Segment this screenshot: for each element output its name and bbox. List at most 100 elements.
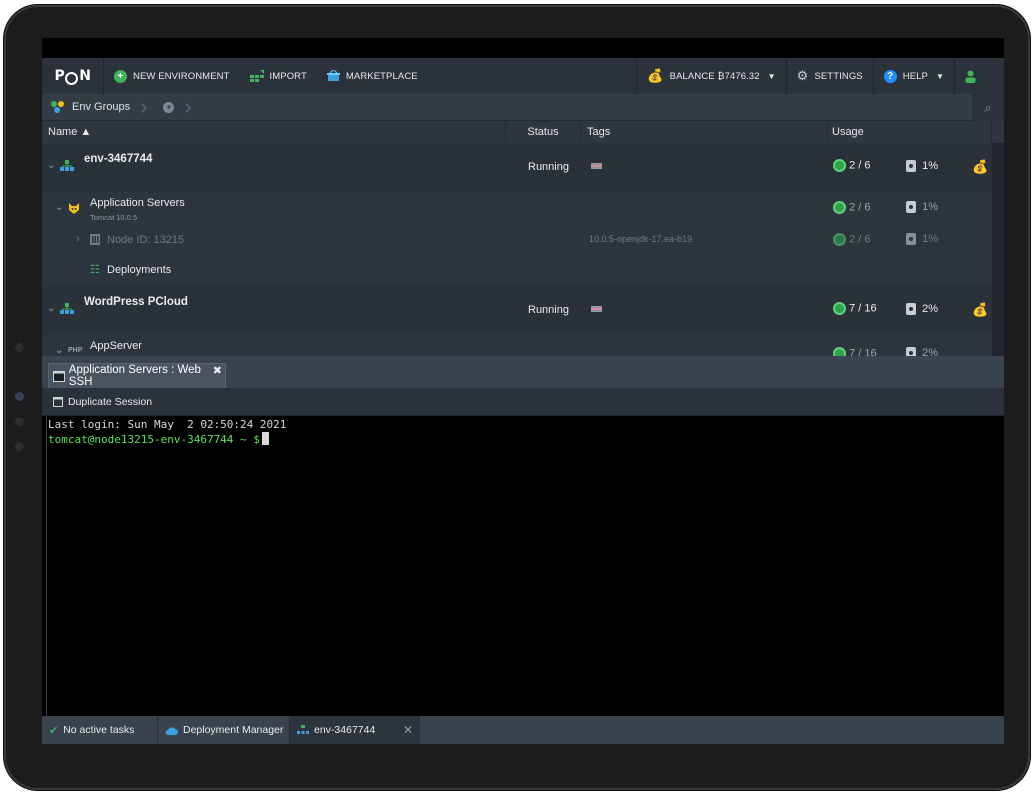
cloudlets-usage: 7 / 16 (833, 347, 877, 356)
bottom-status-bar: ✔ No active tasks Deployment Manager env… (42, 716, 1004, 744)
duplicate-icon (53, 396, 63, 407)
terminal-prompt-line: tomcat@node13215-env-3467744 ~ $ (48, 432, 1003, 447)
tag-icon[interactable] (591, 306, 602, 312)
user-account-button[interactable] (954, 58, 1004, 94)
cloudlet-icon (833, 347, 846, 356)
duplicate-session-button[interactable]: Duplicate Session (53, 396, 152, 408)
collapse-chevron-icon[interactable]: ⌄ (55, 202, 63, 213)
table-row[interactable]: ⌄ Application Servers Tomcat 10.0.5 2 / … (42, 191, 992, 225)
cloudlets-usage: 2 / 6 (833, 201, 870, 214)
collapse-chevron-icon[interactable]: ⌄ (47, 303, 55, 314)
caret-down-icon: ▼ (767, 71, 776, 81)
collapse-chevron-icon[interactable]: ⌄ (47, 160, 55, 171)
table-row[interactable]: › Node ID: 13215 10.0.5-openjdk-17.ea-b1… (42, 225, 992, 255)
node-icon (90, 234, 100, 245)
disk-icon (906, 201, 916, 214)
user-icon (965, 70, 976, 83)
terminal-line: Last login: Sun May 2 02:50:24 2021 (48, 418, 287, 431)
env-groups-icon (51, 101, 64, 113)
column-tags[interactable]: Tags (581, 121, 828, 143)
disk-icon (906, 347, 916, 356)
cloud-icon (165, 726, 178, 735)
grid-column-header: Name ▲ Status Tags Usage (42, 121, 1004, 143)
node-id[interactable]: Node ID: 13215 (107, 234, 184, 246)
tag-icon[interactable] (591, 163, 602, 169)
tablet-frame: PN + NEW ENVIRONMENT IMPORT MARKETPLACE … (4, 5, 1030, 790)
disk-icon (906, 160, 916, 173)
side-button (15, 343, 24, 352)
import-button[interactable]: IMPORT (240, 58, 317, 94)
help-dropdown[interactable]: ? HELP ▼ (872, 58, 954, 94)
deployment-manager-button[interactable]: Deployment Manager (158, 716, 290, 744)
money-bag-icon: 💰 (647, 68, 664, 83)
cloudlet-icon (833, 159, 846, 172)
cloudlets-usage: 2 / 6 (833, 233, 870, 246)
grid-scrollbar[interactable] (992, 143, 1004, 356)
php-icon: PHP (68, 347, 83, 354)
ssh-toolbar: Duplicate Session (42, 388, 1004, 416)
close-icon[interactable]: ✖ (213, 364, 222, 377)
table-row[interactable]: ⌄ env-3467744 Running 2 / 6 1% 💰 (42, 143, 992, 191)
column-status[interactable]: Status (506, 121, 581, 143)
help-icon: ? (883, 69, 897, 83)
marketplace-button[interactable]: MARKETPLACE (317, 58, 428, 94)
cloudlet-icon (833, 302, 846, 315)
search-button[interactable]: ⌕ (972, 94, 1004, 121)
cloudlet-icon (833, 233, 846, 246)
table-row[interactable]: ⌄ WordPress PCloud Running 7 / 16 2% 💰 (42, 286, 992, 334)
breadcrumb-add-group[interactable]: + › (155, 94, 199, 121)
tab-web-ssh[interactable]: Application Servers : Web SSH ✖ (48, 363, 226, 388)
screen-bottom (42, 744, 1004, 764)
tab-env[interactable]: env-3467744 ✕ (290, 716, 420, 744)
disk-usage: 1% (906, 160, 938, 173)
billing-icon[interactable]: 💰 (972, 302, 988, 318)
basket-icon (326, 70, 340, 81)
node-group-name[interactable]: Application Servers (90, 197, 185, 209)
env-name[interactable]: env-3467744 (84, 153, 152, 165)
add-icon: + (163, 101, 175, 113)
expand-chevron-icon[interactable]: › (76, 233, 80, 245)
environment-icon (297, 725, 309, 734)
column-name[interactable]: Name ▲ (42, 121, 506, 143)
billing-icon[interactable]: 💰 (972, 159, 988, 175)
env-name[interactable]: WordPress PCloud (84, 296, 188, 308)
disk-usage: 1% (906, 233, 938, 246)
disk-usage: 1% (906, 201, 938, 214)
status-text: Running (528, 304, 569, 316)
side-button (15, 392, 24, 401)
node-group-name[interactable]: AppServer (90, 340, 142, 352)
close-icon[interactable]: ✕ (403, 723, 413, 737)
breadcrumb-env-groups[interactable]: Env Groups › (42, 94, 155, 121)
deployments-label[interactable]: Deployments (107, 264, 171, 276)
top-toolbar: PN + NEW ENVIRONMENT IMPORT MARKETPLACE … (42, 58, 1004, 94)
cloudlet-icon (833, 201, 846, 214)
new-environment-button[interactable]: + NEW ENVIRONMENT (104, 58, 240, 94)
tasks-indicator[interactable]: ✔ No active tasks (42, 716, 158, 744)
disk-usage: 2% (906, 347, 938, 356)
side-button (15, 417, 24, 426)
status-text: Running (528, 161, 569, 173)
table-row[interactable]: ⌄ PHP AppServer 7 / 16 2% (42, 334, 992, 356)
disk-icon (906, 303, 916, 316)
table-row[interactable]: ☷ Deployments (42, 255, 992, 286)
deployments-icon: ☷ (90, 264, 100, 276)
disk-icon (906, 233, 916, 246)
screen: PN + NEW ENVIRONMENT IMPORT MARKETPLACE … (42, 38, 1004, 764)
settings-button[interactable]: ⚙ SETTINGS (785, 58, 873, 94)
plus-icon: + (114, 69, 127, 83)
ssh-terminal[interactable]: Last login: Sun May 2 02:50:24 2021 tomc… (46, 416, 1004, 716)
chevron-right-icon: › (140, 94, 148, 119)
balance-dropdown[interactable]: 💰 BALANCE ₿7476.32 ▼ (636, 58, 785, 94)
cloudlets-usage: 7 / 16 (833, 302, 877, 315)
environment-grid: ⌄ env-3467744 Running 2 / 6 1% 💰 ⌄ Appli… (42, 143, 1004, 356)
node-tag: 10.0.5-openjdk-17.ea-b19 (589, 234, 693, 244)
environment-icon (60, 160, 74, 171)
side-button (15, 442, 24, 451)
caret-down-icon: ▼ (935, 71, 944, 81)
collapse-chevron-icon[interactable]: ⌄ (55, 345, 63, 356)
column-usage[interactable]: Usage (828, 121, 992, 143)
app-logo[interactable]: PN (42, 58, 104, 94)
ssh-tab-bar: Application Servers : Web SSH ✖ (42, 360, 1004, 388)
breadcrumb: Env Groups › + › ⌕ (42, 94, 1004, 121)
import-icon (249, 70, 264, 82)
